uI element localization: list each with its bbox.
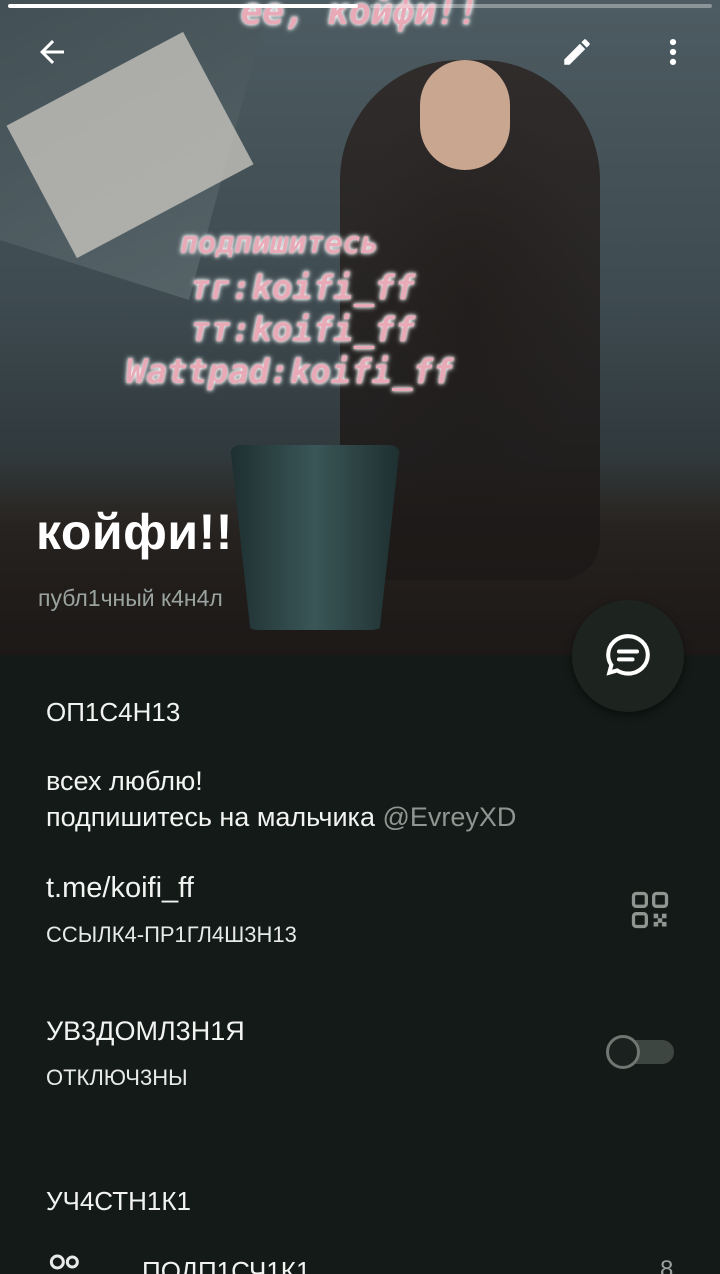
channel-info-panel — [0, 655, 720, 1274]
more-vertical-icon — [669, 38, 677, 66]
story-progress-track — [370, 4, 712, 8]
person-face — [420, 60, 510, 170]
channel-title: койфи!! — [36, 504, 233, 560]
description-text: всех люблю! подпишитесь на мальчика @Evr… — [46, 763, 516, 835]
edit-button[interactable] — [547, 22, 607, 82]
notifications-title[interactable]: УВ3ДОМЛ3Н1Я — [46, 1016, 245, 1047]
discussion-button[interactable] — [572, 600, 684, 712]
channel-type: публ1чный к4н4л — [38, 585, 223, 611]
invite-link-caption: ССЫЛК4-ПР1ГЛ4Ш3Н13 — [46, 922, 297, 947]
notifications-status: ОТКЛЮЧ3НЫ — [46, 1065, 188, 1090]
description-section-title: ОП1С4Н13 — [46, 697, 181, 727]
pencil-icon — [564, 39, 590, 65]
description-line-2-text: подпишитесь на мальчика — [46, 802, 375, 832]
toggle-knob — [606, 1035, 640, 1069]
more-options-button[interactable] — [643, 22, 703, 82]
description-line-2: подпишитесь на мальчика @EvreyXD — [46, 799, 516, 835]
overlay-text-line-4: Wattpad:koifi_ff — [126, 352, 454, 392]
mention-link[interactable]: @EvreyXD — [383, 802, 517, 832]
subscribers-label: ПОДП1СЧ1К1 — [142, 1256, 311, 1274]
overlay-text-line-3: тт:koifi_ff — [190, 310, 416, 350]
overlay-text-line-2: тг:koifi_ff — [190, 268, 416, 308]
channel-header-photo: ее, койфи!! подпишитесь тг:koifi_ff тт:k… — [0, 0, 720, 655]
invite-link[interactable]: t.me/koifi_ff — [46, 872, 194, 905]
members-section-title: УЧ4СТН1К1 — [46, 1186, 191, 1216]
chat-bubble-icon — [606, 634, 650, 676]
arrow-left-icon — [40, 40, 64, 64]
subscribers-count: 8 — [660, 1256, 674, 1274]
people-icon — [49, 1254, 79, 1270]
story-progress-bar — [8, 4, 358, 8]
notifications-toggle[interactable] — [606, 1035, 674, 1069]
subscribers-row[interactable]: ПОДП1СЧ1К1 8 — [0, 1230, 720, 1274]
bucket — [230, 445, 400, 630]
back-button[interactable] — [22, 22, 82, 82]
qr-code-icon — [631, 891, 669, 929]
overlay-text-line-1: подпишитесь — [180, 226, 379, 261]
description-line-1: всех люблю! — [46, 766, 203, 796]
qr-code-button[interactable] — [628, 888, 672, 932]
